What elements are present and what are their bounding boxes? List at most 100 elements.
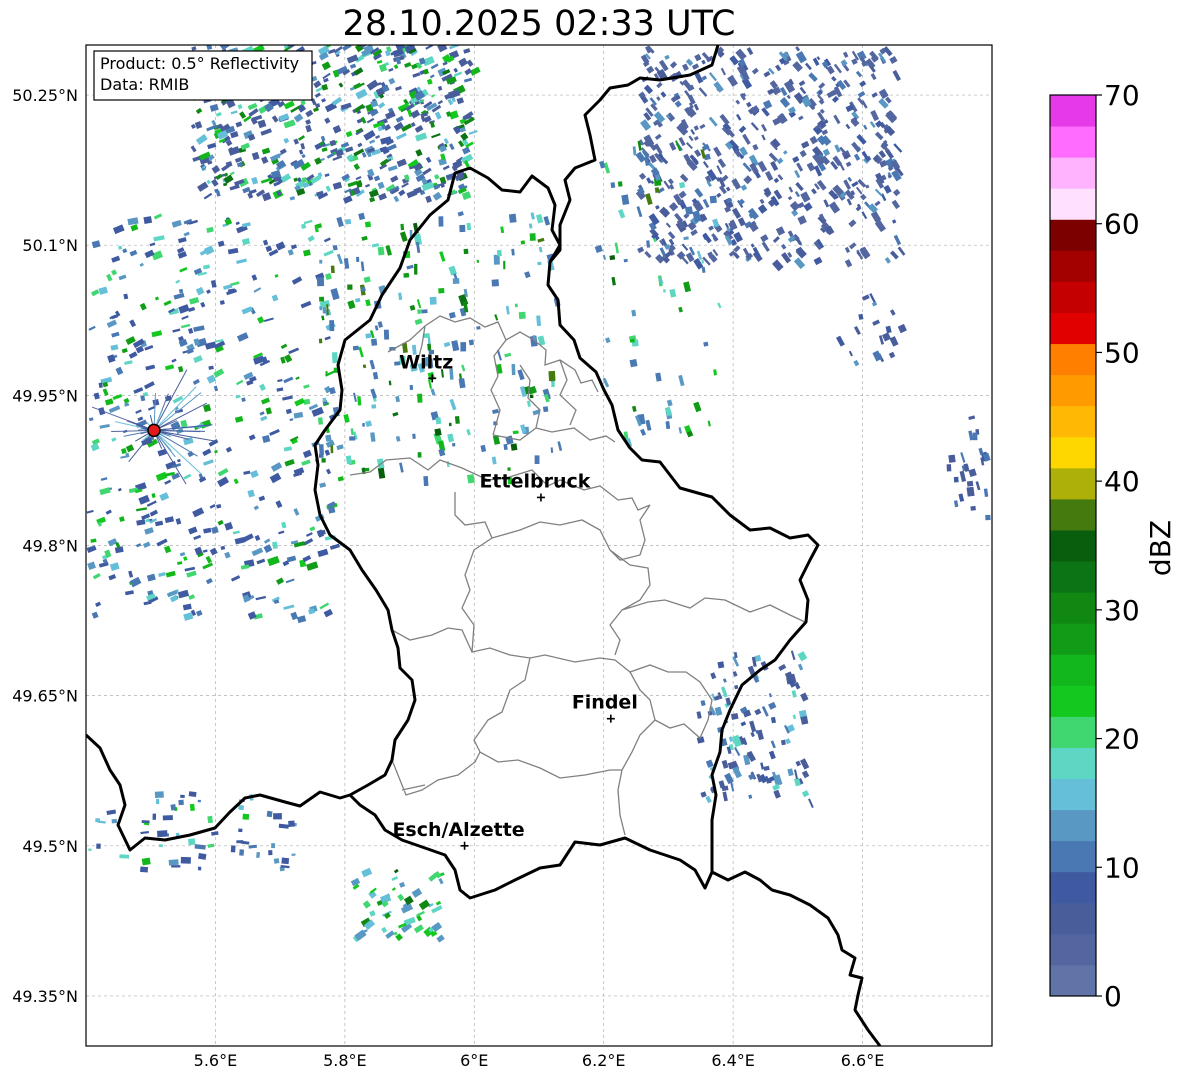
radar-echo-pixel xyxy=(678,427,683,434)
radar-echo-pixel xyxy=(90,443,100,452)
radar-echo-pixel xyxy=(452,278,460,284)
radar-echo-pixel xyxy=(365,183,371,188)
radar-echo-pixel xyxy=(135,543,142,548)
radar-echo-pixel xyxy=(438,878,444,885)
radar-echo-pixel xyxy=(111,269,118,276)
radar-echo-pixel xyxy=(358,212,366,221)
lon-tick-label: 6.2°E xyxy=(582,1051,626,1070)
radar-echo-pixel xyxy=(503,260,506,270)
radar-echo-pixel xyxy=(709,195,717,204)
radar-echo-pixel xyxy=(215,190,221,197)
radar-echo-pixel xyxy=(685,58,694,67)
radar-echo-pixel xyxy=(182,603,192,611)
radar-echo-pixel xyxy=(234,536,246,545)
radar-echo-pixel xyxy=(768,750,776,760)
radar-echo-pixel xyxy=(328,387,336,395)
radar-echo-pixel xyxy=(776,157,784,165)
radar-echo-pixel xyxy=(202,448,212,457)
radar-echo-pixel xyxy=(123,397,130,404)
radar-echo-pixel xyxy=(189,297,200,305)
radar-echo-pixel xyxy=(395,435,401,442)
radar-echo-pixel xyxy=(188,594,195,600)
radar-echo-pixel xyxy=(855,186,863,195)
radar-echo-pixel xyxy=(306,561,319,571)
radar-echo-pixel xyxy=(323,237,331,243)
radar-echo-pixel xyxy=(371,243,380,248)
radar-echo-pixel xyxy=(658,59,669,72)
radar-echo-pixel xyxy=(256,851,261,859)
radar-echo-pixel xyxy=(332,124,342,134)
radar-echo-pixel xyxy=(318,338,323,344)
radar-echo-pixel xyxy=(733,245,741,253)
radar-echo-pixel xyxy=(393,195,400,203)
radar-echo-pixel xyxy=(346,54,359,64)
radar-echo-pixel xyxy=(463,77,473,83)
radar-echo-pixel xyxy=(374,325,379,331)
info-box: Product: 0.5° Reflectivity Data: RMIB xyxy=(93,50,313,101)
radar-echo-pixel xyxy=(466,428,471,436)
radar-echo-pixel xyxy=(118,516,125,523)
radar-echo-pixel xyxy=(968,468,977,478)
radar-echo-pixel xyxy=(795,181,804,192)
radar-echo-pixel xyxy=(258,495,266,502)
radar-echo-pixel xyxy=(289,418,294,422)
radar-echo-pixel xyxy=(524,271,531,279)
radar-echo-pixel xyxy=(362,900,371,909)
radar-echo-pixel xyxy=(121,348,128,354)
radar-echo-pixel xyxy=(205,555,213,564)
radar-echo-pixel xyxy=(646,65,655,74)
radar-echo-pixel xyxy=(183,556,188,561)
radar-echo-pixel xyxy=(674,140,682,152)
radar-echo-pixel xyxy=(213,385,219,392)
radar-echo-pixel xyxy=(114,546,124,554)
radar-echo-pixel xyxy=(129,319,137,328)
radar-echo-pixel xyxy=(350,428,354,436)
radar-echo-pixel xyxy=(319,482,327,488)
radar-echo-pixel xyxy=(505,435,514,445)
radar-echo-pixel xyxy=(120,447,127,455)
radar-echo-pixel xyxy=(679,181,686,189)
radar-echo-pixel xyxy=(365,299,371,307)
radar-echo-pixel xyxy=(775,64,782,72)
radar-echo-pixel xyxy=(99,423,110,429)
radar-echo-pixel xyxy=(746,47,754,56)
radar-echo-pixel xyxy=(349,63,357,69)
radar-echo-pixel xyxy=(190,123,196,129)
radar-echo-pixel xyxy=(717,661,725,669)
radar-echo-pixel xyxy=(321,83,329,91)
radar-echo-pixel xyxy=(889,55,898,64)
city-marker xyxy=(606,714,615,723)
radar-echo-pixel xyxy=(154,791,164,799)
radar-echo-pixel xyxy=(99,487,111,496)
radar-echo-pixel xyxy=(230,575,241,582)
radar-echo-pixel xyxy=(219,300,225,305)
radar-echo-pixel xyxy=(321,61,331,71)
radar-echo-pixel xyxy=(391,887,396,892)
radar-echo-pixel xyxy=(178,799,184,806)
radar-echo-pixel xyxy=(795,46,801,52)
radar-echo-pixel xyxy=(281,857,290,865)
lon-tick-label: 5.8°E xyxy=(323,1051,367,1070)
radar-echo-pixel xyxy=(818,82,826,90)
radar-echo-pixel xyxy=(730,712,739,720)
radar-echo-pixel xyxy=(436,934,445,943)
radar-echo-pixel xyxy=(690,129,696,135)
radar-echo-pixel xyxy=(610,182,616,189)
radar-echo-pixel xyxy=(530,212,535,220)
radar-echo-pixel xyxy=(294,397,305,407)
radar-echo-pixel xyxy=(782,150,788,155)
radar-echo-pixel xyxy=(305,124,312,133)
radar-echo-pixel xyxy=(177,589,190,599)
radar-echo-pixel xyxy=(808,72,818,82)
radar-echo-pixel xyxy=(412,72,421,78)
radar-echo-pixel xyxy=(92,573,101,580)
radar-echo-pixel xyxy=(96,843,101,849)
radar-echo-pixel xyxy=(688,135,694,142)
radar-echo-pixel xyxy=(621,194,630,205)
radar-echo-pixel xyxy=(270,462,283,472)
radar-echo-pixel xyxy=(156,798,160,805)
radar-echo-pixel xyxy=(260,415,268,422)
radar-echo-pixel xyxy=(202,562,214,570)
radar-echo-pixel xyxy=(792,714,797,720)
radar-echo-pixel xyxy=(336,444,344,451)
